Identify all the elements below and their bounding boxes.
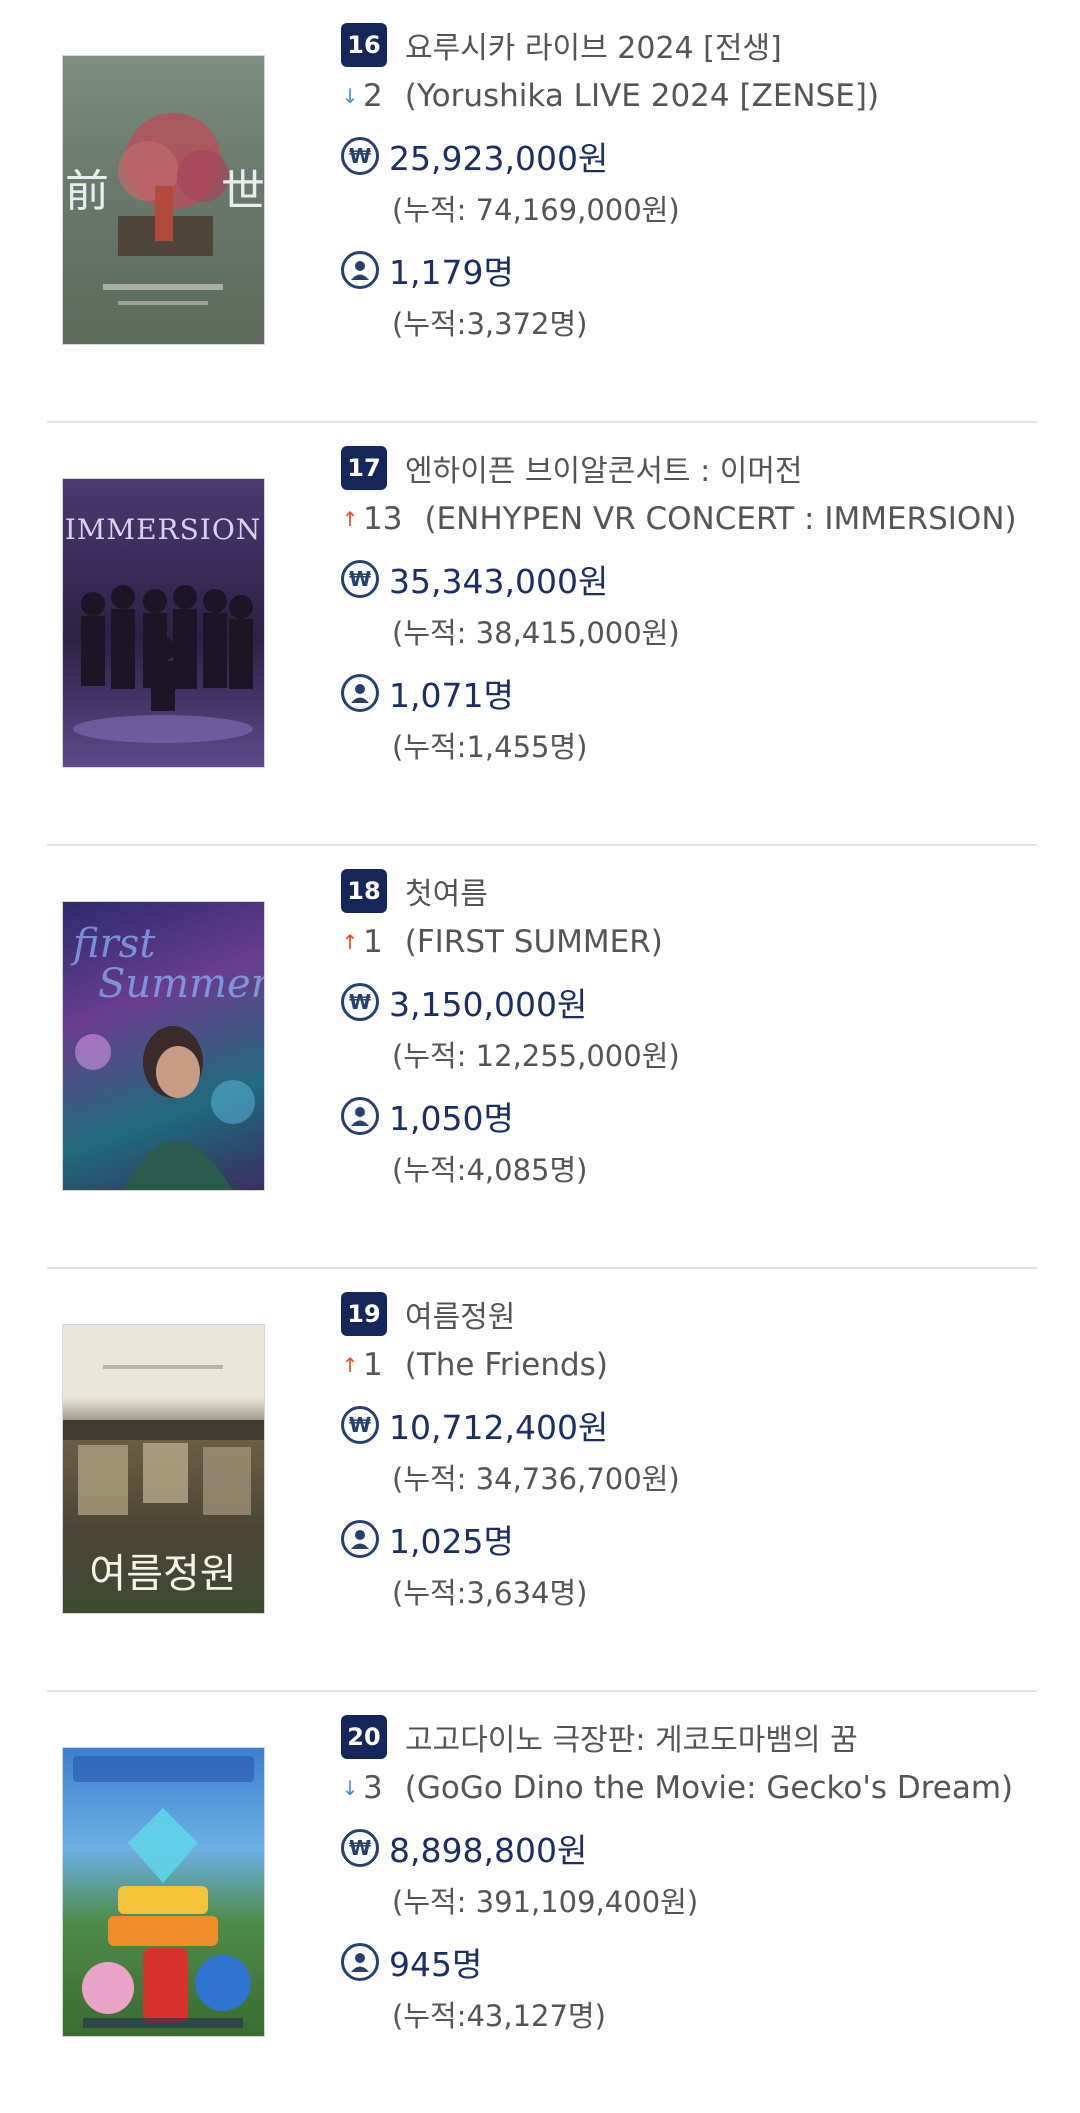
rank-change: 13: [363, 501, 403, 537]
svg-text:世: 世: [221, 166, 264, 217]
list-item[interactable]: 20 고고다이노 극장판: 게코도마뱀의 꿈 ↓ 3 (GoGo Dino th…: [47, 1692, 1037, 2113]
rank-badge: 20: [341, 1715, 387, 1759]
audience-count: 1,179명: [389, 253, 514, 292]
sales-amount: 35,343,000원: [389, 562, 609, 601]
movie-title-english: (FIRST SUMMER): [404, 924, 663, 960]
rank-badge: 19: [341, 1292, 387, 1336]
svg-text:IMMERSION: IMMERSION: [65, 513, 262, 546]
rank-change: 2: [363, 78, 383, 114]
rank-change: 3: [363, 1770, 383, 1806]
rank-badge: 17: [341, 446, 387, 490]
list-item[interactable]: first Summer 18 첫여름 ↑ 1 (FIRST SUMMER) ₩: [47, 846, 1037, 1269]
person-icon: [341, 674, 379, 712]
movie-title-korean[interactable]: 요루시카 라이브 2024 [전생]: [405, 23, 782, 67]
rank-badge: 18: [341, 869, 387, 913]
person-icon: [341, 1943, 379, 1981]
audience-cumulative: (누적:3,634명): [392, 1576, 588, 1610]
sales-cumulative: (누적: 74,169,000원): [392, 193, 680, 227]
movie-title-english: (GoGo Dino the Movie: Gecko's Dream): [404, 1770, 1014, 1806]
won-icon: ₩: [341, 560, 379, 598]
svg-text:여름정원: 여름정원: [89, 1551, 236, 1597]
rank-change: 1: [363, 1347, 383, 1383]
svg-text:前: 前: [65, 166, 109, 217]
sales-cumulative: (누적: 34,736,700원): [392, 1462, 680, 1496]
movie-title-english: (The Friends): [404, 1347, 608, 1383]
audience-count: 1,025명: [389, 1522, 514, 1561]
movie-info: 20 고고다이노 극장판: 게코도마뱀의 꿈 ↓ 3 (GoGo Dino th…: [341, 1714, 1021, 2042]
arrow-up-icon: ↑: [341, 930, 359, 954]
movie-info: 18 첫여름 ↑ 1 (FIRST SUMMER) ₩ 3,150,000원 (…: [341, 868, 1021, 1196]
poster-art: 여름정원: [63, 1365, 264, 1597]
arrow-down-icon: ↓: [341, 84, 359, 108]
arrow-up-icon: ↑: [341, 1353, 359, 1377]
poster-art: [73, 1756, 254, 2028]
movie-info: 17 엔하이픈 브이알콘서트 : 이머전 ↑ 13 (ENHYPEN VR CO…: [341, 445, 1021, 773]
movie-title-english: (ENHYPEN VR CONCERT : IMMERSION): [424, 501, 1017, 537]
list-item[interactable]: 여름정원 19 여름정원 ↑ 1 (The Friends) ₩ 10,712,…: [47, 1269, 1037, 1692]
movie-poster[interactable]: first Summer: [62, 901, 265, 1191]
won-icon: ₩: [341, 1829, 379, 1867]
box-office-list: 前 世 16 요루시카 라이브 2024 [전생] ↓ 2 (Yorushika…: [47, 0, 1037, 2113]
movie-title-korean[interactable]: 고고다이노 극장판: 게코도마뱀의 꿈: [405, 1715, 858, 1759]
won-icon: ₩: [341, 983, 379, 1021]
list-item[interactable]: IMMERSION 17 엔하이픈 브이알콘서트 : 이머전 ↑ 13 (ENH…: [47, 423, 1037, 846]
person-icon: [341, 251, 379, 289]
won-icon: ₩: [341, 137, 379, 175]
audience-cumulative: (누적:4,085명): [392, 1153, 588, 1187]
movie-poster[interactable]: 前 世: [62, 55, 265, 345]
movie-title-korean[interactable]: 첫여름: [405, 869, 488, 913]
audience-count: 1,071명: [389, 676, 514, 715]
sales-amount: 25,923,000원: [389, 139, 609, 178]
rank-badge: 16: [341, 23, 387, 67]
sales-amount: 8,898,800원: [389, 1831, 588, 1870]
movie-title-korean[interactable]: 여름정원: [405, 1292, 515, 1336]
movie-info: 19 여름정원 ↑ 1 (The Friends) ₩ 10,712,400원 …: [341, 1291, 1021, 1619]
list-item[interactable]: 前 世 16 요루시카 라이브 2024 [전생] ↓ 2 (Yorushika…: [47, 0, 1037, 423]
arrow-up-icon: ↑: [341, 507, 359, 531]
poster-art: 前 世: [65, 113, 264, 305]
sales-amount: 3,150,000원: [389, 985, 588, 1024]
movie-poster[interactable]: [62, 1747, 265, 2037]
audience-cumulative: (누적:3,372명): [392, 307, 588, 341]
movie-poster[interactable]: IMMERSION: [62, 478, 265, 768]
person-icon: [341, 1520, 379, 1558]
svg-text:Summer: Summer: [98, 961, 264, 1007]
sales-cumulative: (누적: 38,415,000원): [392, 616, 680, 650]
movie-info: 16 요루시카 라이브 2024 [전생] ↓ 2 (Yorushika LIV…: [341, 22, 1021, 350]
audience-count: 1,050명: [389, 1099, 514, 1138]
sales-cumulative: (누적: 12,255,000원): [392, 1039, 680, 1073]
audience-cumulative: (누적:1,455명): [392, 730, 588, 764]
sales-amount: 10,712,400원: [389, 1408, 609, 1447]
person-icon: [341, 1097, 379, 1135]
sales-cumulative: (누적: 391,109,400원): [392, 1885, 699, 1919]
movie-title-english: (Yorushika LIVE 2024 [ZENSE]): [404, 78, 880, 114]
won-icon: ₩: [341, 1406, 379, 1444]
poster-art: first Summer: [70, 921, 264, 1190]
poster-art: IMMERSION: [65, 513, 262, 743]
movie-poster[interactable]: 여름정원: [62, 1324, 265, 1614]
arrow-down-icon: ↓: [341, 1776, 359, 1800]
movie-title-korean[interactable]: 엔하이픈 브이알콘서트 : 이머전: [405, 446, 803, 490]
rank-change: 1: [363, 924, 383, 960]
audience-count: 945명: [389, 1945, 483, 1984]
audience-cumulative: (누적:43,127명): [392, 1999, 606, 2033]
